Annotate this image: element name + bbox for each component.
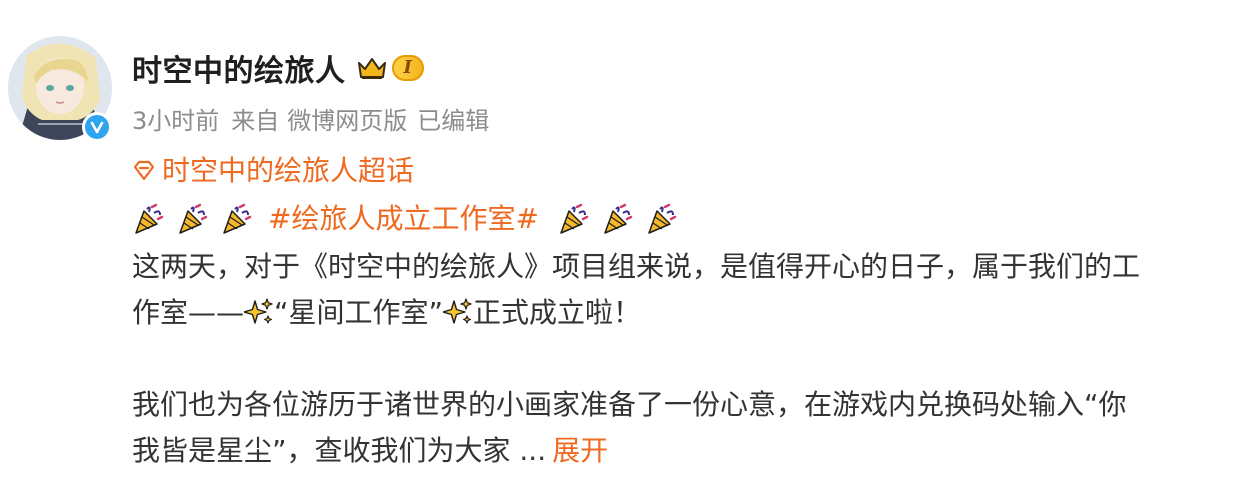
crown-icon <box>357 58 386 79</box>
party-popper-icon <box>604 203 633 234</box>
expand-link[interactable]: 展开 <box>552 434 608 467</box>
edited-label[interactable]: 已编辑 <box>417 101 489 136</box>
party-popper-icon <box>223 203 252 234</box>
supertopic-link[interactable]: 时空中的绘旅人超话 <box>132 148 1222 194</box>
verified-icon <box>82 112 112 142</box>
post-text-line: 作室—— “星间工作室” 正式成立啦！ <box>132 290 1222 336</box>
hashtag-link[interactable]: #绘旅人成立工作室# <box>268 196 539 242</box>
text-segment: 作室—— <box>132 296 245 329</box>
post-text-line: 我们也为各位游历于诸世界的小画家准备了一份心意，在游戏内兑换码处输入“你 <box>132 388 1127 421</box>
supertopic-icon <box>133 160 155 181</box>
text-segment: 正式成立啦！ <box>473 296 642 329</box>
studio-name: “星间工作室” <box>274 296 444 329</box>
post-content: 时空中的绘旅人超话 #绘旅人成立工作室# 这两天，对于《时空中的绘旅人》项目组来… <box>132 148 1222 474</box>
user-name[interactable]: 时空中的绘旅人 <box>132 46 346 90</box>
party-popper-icon <box>179 203 208 234</box>
sparkles-icon <box>244 298 273 324</box>
sparkles-icon <box>443 298 472 324</box>
post-text-line: 我皆是星尘”，查收我们为大家 ... 展开 <box>132 428 1222 474</box>
post-source[interactable]: 微博网页版 <box>287 101 407 136</box>
supertopic-label: 时空中的绘旅人超话 <box>162 154 415 187</box>
post-header: 时空中的绘旅人 I 3小时前 来自 微博网页版 已编辑 <box>132 44 501 138</box>
post-meta: 3小时前 来自 微博网页版 已编辑 <box>132 98 501 138</box>
party-popper-icon <box>648 203 677 234</box>
post-text-line: 这两天，对于《时空中的绘旅人》项目组来说，是值得开心的日子，属于我们的工 <box>132 250 1141 283</box>
name-row: 时空中的绘旅人 I <box>132 44 501 92</box>
hashtag-row: #绘旅人成立工作室# <box>132 194 1222 244</box>
party-popper-icon <box>135 203 164 234</box>
text-segment: 我皆是星尘”，查收我们为大家 ... <box>132 434 547 467</box>
source-prefix: 来自 <box>231 106 280 135</box>
level-badge[interactable]: I <box>391 55 424 81</box>
post-time[interactable]: 3小时前 <box>132 101 219 136</box>
party-popper-icon <box>560 203 589 234</box>
